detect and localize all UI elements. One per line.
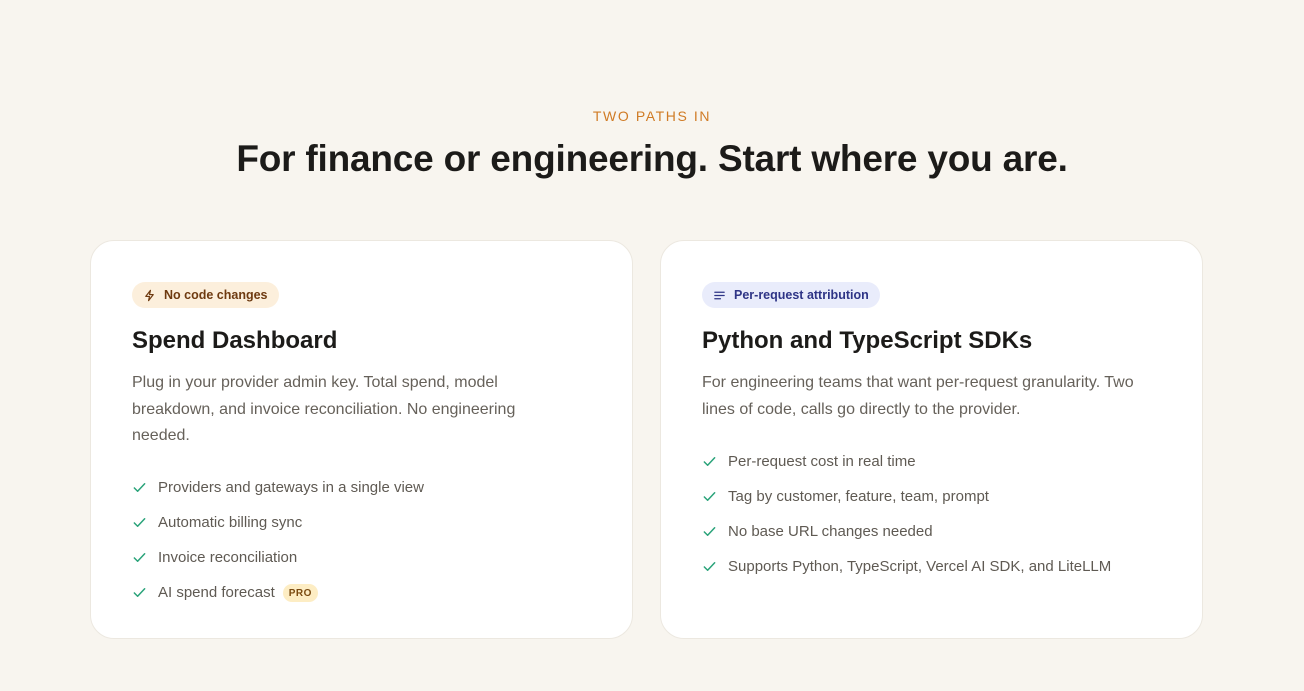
list-item: Tag by customer, feature, team, prompt xyxy=(702,479,1111,514)
feature-list: Providers and gateways in a single view … xyxy=(132,470,424,610)
check-icon xyxy=(133,483,146,492)
badge-label: No code changes xyxy=(164,288,268,302)
card-description: Plug in your provider admin key. Total s… xyxy=(132,374,516,444)
feature-label: Providers and gateways in a single view xyxy=(158,479,424,496)
feature-label: Supports Python, TypeScript, Vercel AI S… xyxy=(728,558,1112,575)
check-icon xyxy=(703,527,716,536)
spend-dashboard-card: No code changes Spend Dashboard Plug in … xyxy=(90,240,633,639)
feature-label: AI spend forecast xyxy=(158,584,275,601)
section-eyebrow: TWO PATHS IN xyxy=(592,108,712,124)
feature-label: Automatic billing sync xyxy=(158,514,303,531)
check-icon xyxy=(703,492,716,501)
lines-icon xyxy=(714,291,725,299)
list-item: AI spend forecast PRO xyxy=(132,575,424,610)
feature-label: Per-request cost in real time xyxy=(728,453,916,470)
lightning-icon xyxy=(145,289,154,301)
list-item: Supports Python, TypeScript, Vercel AI S… xyxy=(702,549,1111,584)
list-item: Automatic billing sync xyxy=(132,505,424,540)
check-icon xyxy=(703,562,716,571)
check-icon xyxy=(703,457,716,466)
check-icon xyxy=(133,553,146,562)
no-code-changes-badge: No code changes xyxy=(132,282,279,308)
section-headline: For finance or engineering. Start where … xyxy=(236,138,1068,179)
feature-label: Tag by customer, feature, team, prompt xyxy=(728,488,989,505)
two-paths-section: TWO PATHS IN For finance or engineering.… xyxy=(0,0,1304,691)
per-request-attribution-badge: Per-request attribution xyxy=(702,282,880,308)
list-item: No base URL changes needed xyxy=(702,514,1111,549)
list-item: Invoice reconciliation xyxy=(132,540,424,575)
list-item: Providers and gateways in a single view xyxy=(132,470,424,505)
check-icon xyxy=(133,518,146,527)
feature-list: Per-request cost in real time Tag by cus… xyxy=(702,444,1111,584)
card-title: Python and TypeScript SDKs xyxy=(702,327,1033,354)
feature-label: Invoice reconciliation xyxy=(158,549,298,566)
card-description: For engineering teams that want per-requ… xyxy=(702,374,1134,418)
pro-badge: PRO xyxy=(282,583,318,602)
feature-label: No base URL changes needed xyxy=(728,523,933,540)
badge-label: Per-request attribution xyxy=(734,288,869,302)
list-item: Per-request cost in real time xyxy=(702,444,1111,479)
check-icon xyxy=(133,588,146,597)
sdk-card: Per-request attribution Python and TypeS… xyxy=(660,240,1203,639)
card-title: Spend Dashboard xyxy=(132,327,338,354)
